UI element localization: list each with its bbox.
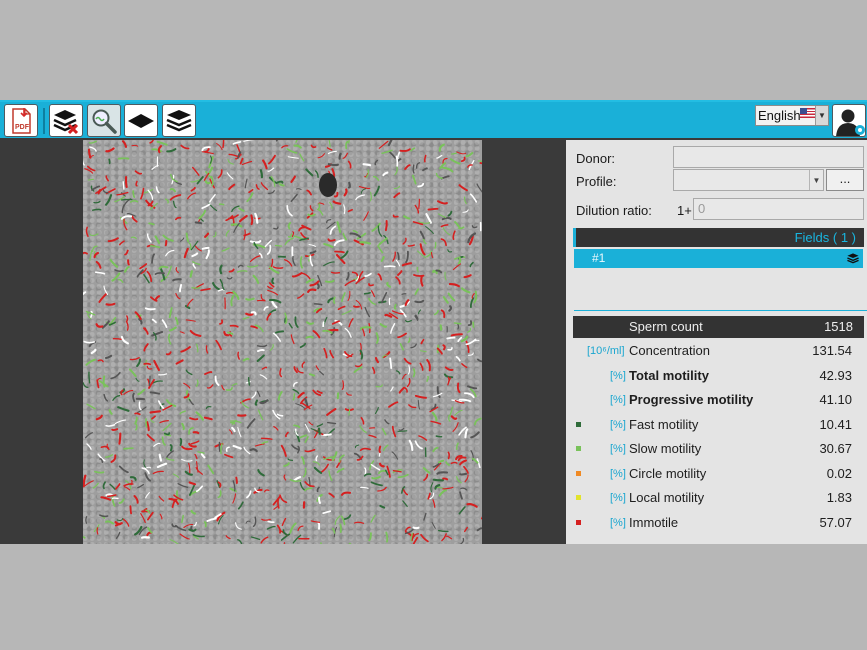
language-select[interactable]: English ▼ xyxy=(755,105,829,126)
legend-bullet xyxy=(576,520,581,525)
sperm-count-label: Sperm count xyxy=(629,319,703,334)
layers-delete-icon xyxy=(53,109,79,134)
profile-browse-button[interactable]: ... xyxy=(826,169,864,191)
field-item-label: #1 xyxy=(592,251,606,265)
dilution-input[interactable]: 0 xyxy=(693,198,864,220)
stat-row: [%] Progressive motility 41.10 xyxy=(573,390,864,410)
us-flag-icon xyxy=(800,108,815,118)
stat-name: Concentration xyxy=(629,343,710,358)
stat-unit: [%] xyxy=(610,517,626,529)
stat-name: Immotile xyxy=(629,515,679,530)
legend-bullet xyxy=(576,422,581,427)
stat-value: 42.93 xyxy=(819,368,852,383)
field-list-item[interactable]: #1 xyxy=(574,249,863,268)
dilution-label: Dilution ratio: xyxy=(576,203,652,218)
layers-icon xyxy=(166,109,192,131)
donor-input[interactable] xyxy=(673,146,864,168)
stat-row: [%] Circle motility 0.02 xyxy=(573,464,864,484)
stat-row: [%] Fast motility 10.41 xyxy=(573,415,864,435)
stat-name: Local motility xyxy=(629,490,705,505)
stat-unit: [%] xyxy=(610,443,626,455)
pdf-icon-label: PDF xyxy=(15,124,30,131)
single-field-button[interactable] xyxy=(124,104,158,137)
fields-header: Fields ( 1 ) xyxy=(573,228,864,247)
stat-value: 0.02 xyxy=(826,466,852,481)
toolbar: PDF English ▼ xyxy=(0,100,867,138)
microscope-image[interactable] xyxy=(83,140,482,544)
language-value: English xyxy=(758,108,801,123)
donor-label: Donor: xyxy=(576,151,616,166)
stat-name: Circle motility xyxy=(629,466,707,481)
stat-value: 1.83 xyxy=(826,490,852,505)
chevron-down-icon[interactable]: ▼ xyxy=(815,106,828,125)
magnifier-icon xyxy=(92,109,117,134)
stat-row: [%] Slow motility 30.67 xyxy=(573,439,864,459)
analyze-button[interactable] xyxy=(87,104,121,137)
stat-row: [%] Immotile 57.07 xyxy=(573,513,864,533)
divider xyxy=(574,310,867,311)
stat-unit: [%] xyxy=(610,468,626,480)
stat-row: [10⁶/ml] Concentration 131.54 xyxy=(573,341,864,361)
profile-label: Profile: xyxy=(576,174,617,189)
stat-value: 41.10 xyxy=(819,392,852,407)
stat-unit: [%] xyxy=(610,394,626,406)
user-settings-button[interactable] xyxy=(832,104,866,137)
stat-name: Fast motility xyxy=(629,417,699,432)
stat-value: 10.41 xyxy=(819,417,852,432)
single-layer-icon xyxy=(128,113,154,128)
app-window: PDF English ▼ Donor: Profile: ▼ ... Dilu… xyxy=(0,100,867,544)
stat-row: [%] Total motility 42.93 xyxy=(573,366,864,386)
dilution-prefix: 1+ xyxy=(677,203,692,218)
legend-bullet xyxy=(576,471,581,476)
profile-select[interactable]: ▼ xyxy=(673,169,824,191)
delete-fields-button[interactable] xyxy=(49,104,83,137)
stat-name: Total motility xyxy=(629,368,709,383)
sperm-tracks-overlay xyxy=(83,140,482,544)
stat-row: [%] Local motility 1.83 xyxy=(573,488,864,508)
pdf-icon: PDF xyxy=(12,107,31,134)
stat-unit: [%] xyxy=(610,419,626,431)
stat-name: Slow motility xyxy=(629,441,702,456)
stat-value: 57.07 xyxy=(819,515,852,530)
chevron-down-icon[interactable]: ▼ xyxy=(809,170,823,190)
pdf-export-button[interactable]: PDF xyxy=(4,104,38,137)
layers-icon xyxy=(847,253,859,264)
stat-value: 30.67 xyxy=(819,441,852,456)
legend-bullet xyxy=(576,446,581,451)
legend-bullet xyxy=(576,495,581,500)
stat-unit: [%] xyxy=(610,492,626,504)
user-settings-icon xyxy=(836,109,865,136)
stat-name: Progressive motility xyxy=(629,392,754,407)
stat-unit: [%] xyxy=(610,370,626,382)
sperm-count-value: 1518 xyxy=(824,319,853,334)
all-fields-button[interactable] xyxy=(162,104,196,137)
toolbar-separator xyxy=(43,108,45,134)
stat-unit: [10⁶/ml] xyxy=(587,345,625,357)
sperm-count-header: Sperm count 1518 xyxy=(573,316,864,338)
stat-value: 131.54 xyxy=(812,343,852,358)
